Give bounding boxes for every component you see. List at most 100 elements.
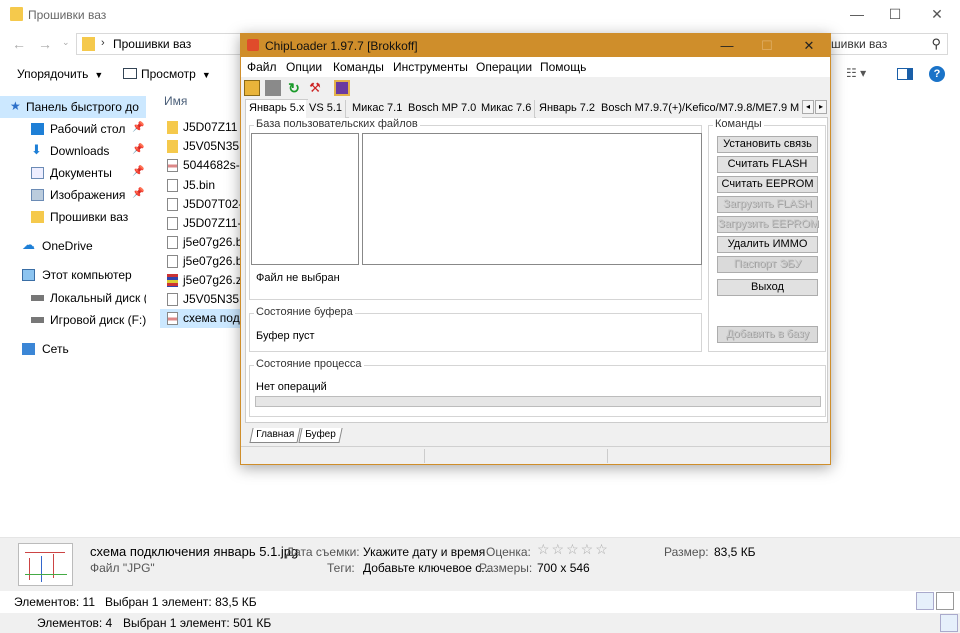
list-item[interactable]: J5D07Z11 bbox=[160, 118, 248, 137]
commands-group: Команды Установить связь Считать FLASH С… bbox=[708, 118, 826, 352]
menu-file[interactable]: Файл bbox=[247, 60, 277, 74]
nav-item-firmware[interactable]: Прошивки ваз bbox=[0, 206, 146, 228]
chiploader-status-bar bbox=[241, 446, 830, 464]
nav-item-local-disk[interactable]: Локальный диск (C bbox=[0, 287, 146, 309]
tab-january-5x[interactable]: Январь 5.x bbox=[245, 99, 309, 119]
menu-help[interactable]: Помощь bbox=[540, 60, 586, 74]
tab-buffer[interactable]: Буфер bbox=[298, 428, 343, 443]
menu-commands[interactable]: Команды bbox=[333, 60, 384, 74]
nav-item-onedrive[interactable]: ☁ OneDrive bbox=[0, 235, 146, 257]
forward-arrow-icon[interactable]: → bbox=[38, 36, 52, 52]
tab-bosch-m797[interactable]: Bosch M7.9.7(+)/Kefico/M7.9.8/ME7.9.9 bbox=[598, 100, 801, 118]
cloud-icon: ☁ bbox=[22, 237, 35, 252]
tab-more[interactable]: M bbox=[787, 100, 803, 118]
list-item[interactable]: j5e07g26.bir bbox=[160, 233, 248, 252]
file-list-view[interactable] bbox=[362, 133, 702, 265]
file-tree[interactable] bbox=[251, 133, 359, 265]
view-menu[interactable]: Просмотр ▼ bbox=[123, 67, 211, 81]
list-item[interactable]: J5V05N35.bi bbox=[160, 290, 248, 309]
tab-main[interactable]: Главная bbox=[249, 428, 301, 443]
tab-vs-51[interactable]: VS 5.1 bbox=[306, 100, 347, 118]
nav-item-desktop[interactable]: Рабочий стол 📌 bbox=[0, 118, 146, 140]
read-flash-button[interactable]: Считать FLASH bbox=[717, 156, 818, 173]
nav-item-game-disk[interactable]: Игровой диск (F:) bbox=[0, 309, 146, 331]
maximize-button[interactable]: ☐ bbox=[880, 4, 910, 24]
item-count: Элементов: 4 bbox=[37, 616, 113, 630]
status-bar: Элементов: 11 Выбран 1 элемент: 83,5 КБ bbox=[0, 591, 960, 613]
list-item[interactable]: J5D07T02-41 bbox=[160, 195, 248, 214]
preview-pane-icon[interactable] bbox=[897, 68, 913, 80]
process-group: Состояние процесса Нет операций bbox=[249, 358, 826, 417]
dims-label: Размеры: bbox=[479, 561, 533, 575]
list-item[interactable]: j5e07g26.zip bbox=[160, 271, 248, 290]
search-icon[interactable]: ⚲ bbox=[931, 36, 941, 52]
list-item[interactable]: J5D07Z11-41 bbox=[160, 214, 248, 233]
back-arrow-icon[interactable]: ← bbox=[12, 36, 26, 52]
tab-mikas-76[interactable]: Микас 7.6 bbox=[478, 100, 536, 118]
tags-value[interactable]: Добавьте ключевое с... bbox=[363, 561, 491, 575]
list-item-selected[interactable]: схема подкл bbox=[160, 309, 248, 328]
rating-stars[interactable]: ☆☆☆☆☆ bbox=[537, 541, 610, 558]
list-item[interactable]: j5e07g26.bir bbox=[160, 252, 248, 271]
explorer-title: Прошивки ваз bbox=[28, 8, 107, 22]
add-to-base-button: Добавить в базу bbox=[717, 326, 818, 343]
delete-immo-button[interactable]: Удалить ИММО bbox=[717, 236, 818, 253]
tab-scroll-left-icon[interactable]: ◂ bbox=[802, 100, 814, 114]
nav-item-pictures[interactable]: Изображения 📌 bbox=[0, 184, 146, 206]
stop-icon[interactable] bbox=[265, 80, 281, 96]
list-item[interactable]: J5V05N35 bbox=[160, 137, 248, 156]
nav-item-downloads[interactable]: ⬇ Downloads 📌 bbox=[0, 140, 146, 162]
address-bar[interactable]: › Прошивки ваз bbox=[76, 33, 246, 55]
menu-tools[interactable]: Инструменты bbox=[393, 60, 468, 74]
nav-item-quick-access[interactable]: ★ Панель быстрого до bbox=[0, 96, 146, 118]
pictures-icon bbox=[31, 189, 44, 201]
file-list: Имя J5D07Z11 J5V05N35 5044682s-96 J5.bin… bbox=[160, 90, 250, 535]
list-item[interactable]: 5044682s-96 bbox=[160, 156, 248, 175]
hammer-icon[interactable]: ⚒ bbox=[307, 80, 323, 96]
close-button[interactable]: ✕ bbox=[922, 4, 952, 24]
minimize-button[interactable]: — bbox=[707, 36, 747, 55]
date-value[interactable]: Укажите дату и время bbox=[363, 545, 485, 559]
tab-scroll-right-icon[interactable]: ▸ bbox=[815, 100, 827, 114]
nav-item-documents[interactable]: Документы 📌 bbox=[0, 162, 146, 184]
tab-bosch-mp70[interactable]: Bosch MP 7.0 bbox=[405, 100, 481, 118]
close-button[interactable]: ✕ bbox=[789, 36, 829, 55]
buffer-label: Состояние буфера bbox=[254, 306, 355, 318]
exit-button[interactable]: Выход bbox=[717, 279, 818, 296]
list-item[interactable]: J5.bin bbox=[160, 176, 248, 195]
open-folder-icon[interactable] bbox=[244, 80, 260, 96]
details-view-icon[interactable] bbox=[916, 592, 934, 610]
progress-bar bbox=[255, 396, 821, 407]
connect-button[interactable]: Установить связь bbox=[717, 136, 818, 153]
image-file-icon bbox=[167, 159, 178, 172]
menu-options[interactable]: Опции bbox=[286, 60, 322, 74]
tab-january-72[interactable]: Январь 7.2 bbox=[536, 100, 600, 118]
organize-menu[interactable]: Упорядочить ▼ bbox=[17, 67, 103, 81]
recent-chevron-icon[interactable]: ⌄ bbox=[62, 37, 70, 48]
tab-mikas-71[interactable]: Микас 7.1 bbox=[349, 100, 407, 118]
process-label: Состояние процесса bbox=[254, 358, 364, 370]
nav-item-network[interactable]: Сеть bbox=[0, 338, 146, 360]
layout-options-icon[interactable]: ☷ ▾ bbox=[846, 66, 866, 80]
menu-bar: Файл Опции Команды Инструменты Операции … bbox=[241, 57, 830, 77]
minimize-button[interactable]: — bbox=[842, 4, 872, 24]
menu-operations[interactable]: Операции bbox=[476, 60, 532, 74]
details-filename: схема подключения январь 5.1.jpg bbox=[90, 544, 299, 559]
thumbnails-view-icon[interactable] bbox=[936, 592, 954, 610]
commands-label: Команды bbox=[713, 118, 764, 130]
details-view-icon[interactable] bbox=[940, 614, 958, 632]
file-icon bbox=[167, 217, 178, 230]
refresh-icon[interactable]: ↻ bbox=[286, 80, 302, 96]
pin-icon: 📌 bbox=[132, 188, 145, 199]
help-icon[interactable]: ? bbox=[929, 66, 945, 82]
nav-item-this-pc[interactable]: Этот компьютер bbox=[0, 264, 146, 286]
column-header-name[interactable]: Имя bbox=[164, 94, 187, 108]
star-icon: ★ bbox=[10, 99, 21, 113]
pin-icon: 📌 bbox=[132, 166, 145, 177]
read-eeprom-button[interactable]: Считать EEPROM bbox=[717, 176, 818, 193]
search-input[interactable]: шивки ваз ⚲ bbox=[820, 33, 948, 55]
network-icon bbox=[22, 343, 35, 355]
size-label: Размер: bbox=[664, 545, 709, 559]
breadcrumb[interactable]: Прошивки ваз bbox=[113, 37, 191, 51]
book-icon[interactable] bbox=[334, 80, 350, 96]
